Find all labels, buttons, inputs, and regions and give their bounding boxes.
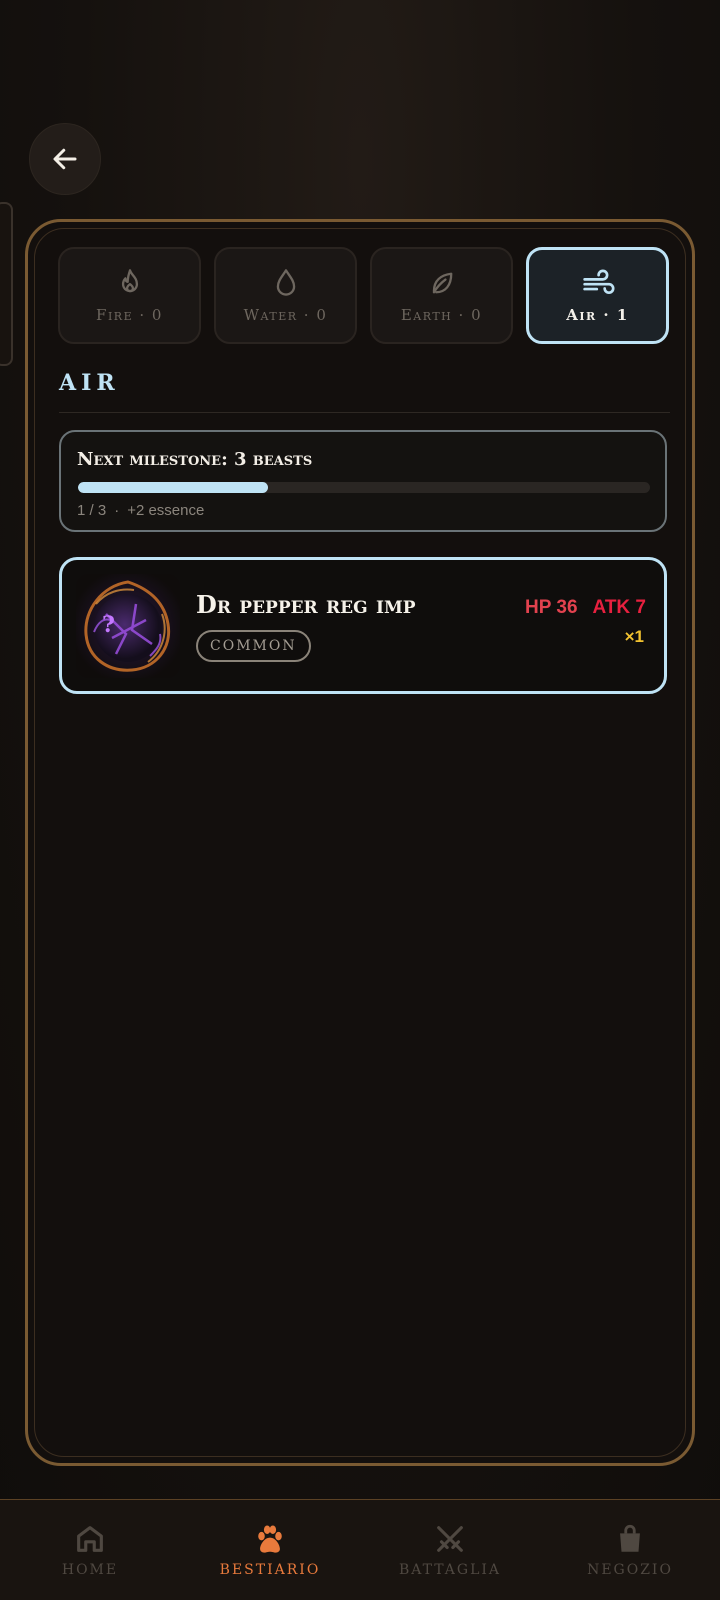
milestone-card: Next milestone: 3 beasts 1 / 3 · +2 essenc…: [59, 430, 667, 532]
milestone-progress-text: 1 / 3: [77, 502, 107, 519]
tab-air-label: Air · 1: [566, 305, 629, 324]
shopping-bag-icon: [620, 1524, 640, 1552]
flame-icon: [121, 268, 138, 292]
arrow-left-icon: [53, 148, 77, 170]
milestone-title: Next milestone: 3 beasts: [77, 449, 313, 470]
milestone-status: 1 / 3 · +2 essence: [77, 502, 204, 519]
paw-icon: [258, 1525, 282, 1553]
separator-dot: ·: [114, 502, 120, 519]
nav-home[interactable]: HOME: [15, 1522, 165, 1578]
mystery-creature-icon: ?: [76, 574, 180, 678]
element-tabs: Fire · 0 Water · 0 Earth · 0 Air · 1: [58, 247, 669, 344]
wind-icon: [582, 269, 614, 294]
tab-water-label: Water · 0: [243, 305, 328, 324]
beast-name: Dr pepper reg imp: [196, 590, 416, 619]
side-drawer-handle[interactable]: [0, 202, 13, 366]
beast-portrait: ?: [76, 574, 180, 678]
nav-negozio[interactable]: NEGOZIO: [555, 1522, 705, 1578]
tab-fire[interactable]: Fire · 0: [58, 247, 201, 344]
tab-earth-label: Earth · 0: [400, 305, 483, 324]
beast-stats: HP 36 ATK 7: [525, 597, 646, 619]
rarity-badge: COMMON: [196, 630, 311, 662]
milestone-progress-fill: [78, 482, 269, 493]
section-divider: [59, 412, 670, 413]
nav-bestiario-label: BESTIARIO: [219, 1562, 321, 1578]
beast-card[interactable]: ? Dr pepper reg imp COMMON HP 36 ATK 7 ×…: [59, 557, 667, 694]
milestone-reward: +2 essence: [127, 502, 205, 519]
tab-water[interactable]: Water · 0: [214, 247, 357, 344]
beast-hp: HP 36: [525, 597, 578, 618]
droplet-icon: [276, 268, 295, 296]
beast-count: ×1: [624, 627, 644, 646]
bottom-nav: HOME BESTIARIO BATTAGLIA NEGOZIO: [0, 1499, 720, 1600]
home-icon: [77, 1526, 103, 1552]
milestone-progress-bar: [78, 482, 650, 493]
nav-bestiario[interactable]: BESTIARIO: [195, 1522, 345, 1578]
tab-earth[interactable]: Earth · 0: [370, 247, 513, 344]
section-title: AIR: [59, 370, 120, 396]
svg-text:?: ?: [102, 612, 115, 638]
nav-home-label: HOME: [61, 1562, 119, 1578]
crossed-swords-icon: [437, 1526, 463, 1552]
tab-air[interactable]: Air · 1: [526, 247, 669, 344]
bestiary-panel: Fire · 0 Water · 0 Earth · 0 Air · 1 AIR: [25, 219, 695, 1466]
nav-battaglia-label: BATTAGLIA: [398, 1562, 502, 1578]
beast-atk: ATK 7: [592, 597, 646, 618]
nav-negozio-label: NEGOZIO: [587, 1562, 673, 1578]
back-button[interactable]: [29, 123, 101, 195]
tab-fire-label: Fire · 0: [96, 305, 163, 324]
nav-battaglia[interactable]: BATTAGLIA: [375, 1522, 525, 1578]
leaf-icon: [432, 272, 452, 293]
